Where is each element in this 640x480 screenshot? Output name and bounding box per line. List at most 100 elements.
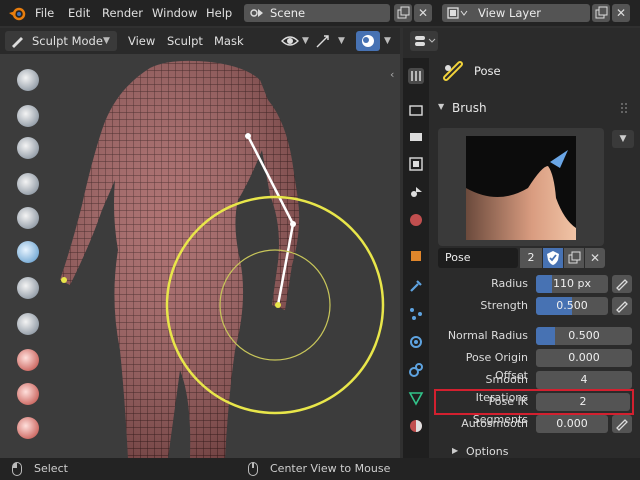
flatten-brush-icon[interactable]: [14, 380, 42, 408]
constraints-icon[interactable]: [408, 362, 424, 378]
modifier-icon[interactable]: [408, 278, 424, 294]
overlay-icon[interactable]: [356, 31, 380, 51]
scene-props-icon[interactable]: [408, 184, 424, 200]
object-icon[interactable]: [408, 248, 424, 264]
radius-label: Radius: [491, 277, 528, 290]
chevron-left-icon[interactable]: ‹: [390, 68, 394, 81]
pose-origin-offset-value: 0.000: [568, 351, 600, 364]
smooth-iterations-field[interactable]: 4: [536, 371, 632, 389]
scene-icon: [249, 7, 269, 19]
brush-list-button[interactable]: ▼: [612, 130, 634, 148]
data-icon[interactable]: [408, 390, 424, 406]
mouse-middle-icon: [248, 462, 258, 476]
drag-handle-icon[interactable]: [620, 102, 630, 114]
user-count[interactable]: 2: [520, 248, 542, 268]
normal-radius-slider[interactable]: 0.500: [536, 327, 632, 345]
normal-radius-value: 0.500: [568, 329, 600, 342]
pen-pressure-icon[interactable]: [612, 297, 632, 315]
status-select: Select: [34, 462, 68, 475]
status-center-view: Center View to Mouse: [270, 462, 391, 475]
physics-icon[interactable]: [408, 334, 424, 350]
viewport-3d[interactable]: [0, 54, 400, 458]
editor-type-icon[interactable]: [410, 31, 438, 51]
chevron-down-icon[interactable]: ▼: [302, 36, 309, 46]
brush-panel-header[interactable]: ▼ Brush: [434, 98, 634, 120]
strength-value: 0.500: [556, 299, 588, 312]
draw-sharp-brush-icon[interactable]: [14, 102, 42, 130]
layer-brush-icon[interactable]: [14, 204, 42, 232]
view-layer-icon: [447, 7, 471, 19]
scene-name: Scene: [270, 6, 306, 20]
sculpt-mode-icon: [10, 34, 26, 48]
pose-ik-segments-value: 2: [579, 395, 587, 408]
strength-label: Strength: [480, 299, 528, 312]
copy-icon[interactable]: [394, 4, 412, 22]
clay-strips-brush-icon[interactable]: [14, 170, 42, 198]
view-layer-props-icon[interactable]: [408, 156, 424, 172]
pose-origin-offset-label: Pose Origin Offset: [465, 351, 528, 382]
status-bar: Select Center View to Mouse: [0, 458, 640, 480]
menu-view[interactable]: View: [128, 31, 155, 51]
pose-ik-segments-field[interactable]: 2: [536, 393, 630, 411]
material-icon[interactable]: [408, 418, 424, 434]
tool-shelf: [8, 62, 44, 454]
tool-icon[interactable]: [408, 68, 424, 84]
blender-logo-icon[interactable]: [8, 5, 26, 21]
strength-slider[interactable]: 0.500: [536, 297, 608, 315]
brush-name: Pose: [445, 251, 471, 264]
smooth-brush-icon[interactable]: [14, 346, 42, 374]
fake-user-icon[interactable]: [543, 248, 563, 268]
mouse-left-icon: [12, 462, 22, 476]
normal-radius-label: Normal Radius: [447, 329, 528, 342]
pen-pressure-icon[interactable]: [612, 415, 632, 433]
chevron-down-icon[interactable]: ▼: [384, 36, 391, 46]
properties-tabs: [403, 58, 429, 458]
autosmooth-slider[interactable]: 0.000: [536, 415, 608, 433]
close-icon[interactable]: ✕: [585, 248, 605, 268]
pose-origin-offset-field[interactable]: 0.000: [536, 349, 632, 367]
brush-name-field[interactable]: Pose: [438, 248, 518, 268]
radius-slider[interactable]: 110 px: [536, 275, 608, 293]
options-subpanel[interactable]: ▶ Options: [450, 446, 570, 458]
view-layer-name: View Layer: [478, 6, 542, 20]
sculpt-model: [60, 60, 385, 458]
pose-ik-segments-label: Pose IK Segments: [472, 395, 528, 426]
render-icon[interactable]: [408, 102, 424, 118]
copy-icon[interactable]: [564, 248, 584, 268]
pose-tool-icon: [442, 60, 470, 82]
crease-brush-icon[interactable]: [14, 310, 42, 338]
menu-sculpt[interactable]: Sculpt: [167, 31, 203, 51]
tool-name: Pose: [474, 64, 501, 78]
radius-fill: [536, 275, 552, 293]
normal-radius-fill: [536, 327, 556, 345]
particles-icon[interactable]: [408, 306, 424, 322]
brush-preview[interactable]: [438, 128, 604, 246]
close-icon[interactable]: ✕: [612, 4, 630, 22]
fill-brush-icon[interactable]: [14, 414, 42, 442]
eye-icon[interactable]: [280, 32, 300, 50]
chevron-right-icon: ▶: [452, 446, 459, 455]
menu-help[interactable]: Help: [206, 4, 232, 22]
chevron-down-icon: ▼: [438, 102, 445, 111]
blob-brush-icon[interactable]: [14, 274, 42, 302]
world-icon[interactable]: [408, 212, 424, 228]
radius-value: 110 px: [553, 277, 591, 290]
menu-render[interactable]: Render: [102, 4, 143, 22]
menu-mask[interactable]: Mask: [214, 31, 244, 51]
brush-panel-title: Brush: [452, 101, 487, 115]
smooth-iterations-label: Smooth Iterations: [475, 373, 528, 404]
inflate-brush-icon[interactable]: [14, 238, 42, 266]
chevron-down-icon[interactable]: ▼: [338, 36, 345, 46]
mode-label: Sculpt Mode: [32, 34, 103, 48]
options-label: Options: [466, 446, 509, 458]
gizmo-icon[interactable]: [313, 32, 333, 50]
menu-edit[interactable]: Edit: [68, 4, 90, 22]
menu-file[interactable]: File: [35, 4, 54, 22]
clay-brush-icon[interactable]: [14, 134, 42, 162]
draw-brush-icon[interactable]: [14, 66, 42, 94]
pen-pressure-icon[interactable]: [612, 275, 632, 293]
output-icon[interactable]: [408, 128, 424, 144]
menu-window[interactable]: Window: [152, 4, 197, 22]
copy-icon[interactable]: [592, 4, 610, 22]
close-icon[interactable]: ✕: [414, 4, 432, 22]
